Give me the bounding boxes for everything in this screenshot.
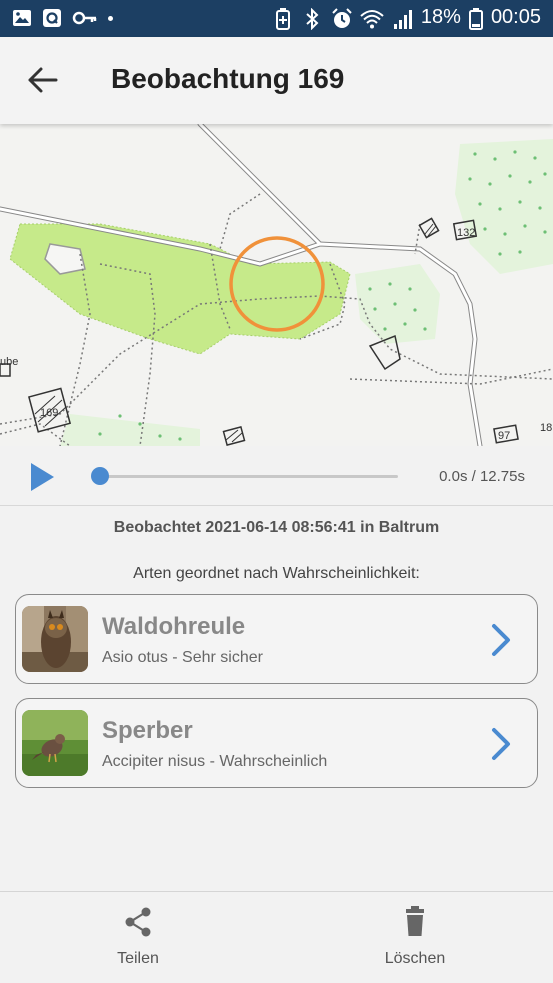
back-arrow-icon xyxy=(28,67,58,93)
trash-icon xyxy=(400,906,430,938)
delete-button[interactable]: Löschen xyxy=(335,892,495,983)
map-view[interactable]: 132 169 97 18 ube xyxy=(0,124,553,446)
observation-details: Beobachtet 2021-06-14 08:56:41 in Baltru… xyxy=(0,507,553,892)
gallery-icon xyxy=(12,8,32,28)
waldohreule-photo xyxy=(22,606,88,672)
observed-datetime-location: Beobachtet 2021-06-14 08:56:41 in Baltru… xyxy=(113,519,440,536)
battery-saver-icon xyxy=(275,7,295,30)
notification-dot-icon xyxy=(108,15,113,21)
playback-progress-track[interactable] xyxy=(100,475,398,478)
page-title: Beobachtung 169 xyxy=(111,63,345,94)
battery-icon xyxy=(468,7,483,30)
share-button[interactable]: Teilen xyxy=(58,892,218,983)
share-label: Teilen xyxy=(117,950,159,967)
playback-progress-thumb[interactable] xyxy=(91,467,109,485)
q-app-icon xyxy=(42,8,62,28)
battery-percent: 18% xyxy=(420,6,461,28)
chevron-right-icon xyxy=(489,726,513,762)
alarm-icon xyxy=(331,7,352,28)
map-label-18: 18 xyxy=(540,422,552,434)
species-name: Sperber xyxy=(102,717,193,744)
map-label-97: 97 xyxy=(498,430,510,442)
status-time: 00:05 xyxy=(490,6,541,28)
map-label-ube: ube xyxy=(0,356,18,368)
sperber-photo xyxy=(22,710,88,776)
species-card-waldohreule[interactable]: Waldohreule Asio otus - Sehr sicher xyxy=(15,594,538,684)
play-button[interactable] xyxy=(29,462,55,492)
back-button[interactable] xyxy=(26,65,60,95)
species-card-sperber[interactable]: Sperber Accipiter nisus - Wahrscheinlich xyxy=(15,698,538,788)
species-scientific-confidence: Accipiter nisus - Wahrscheinlich xyxy=(102,753,328,770)
key-icon xyxy=(72,8,98,28)
bottom-action-bar: Teilen Löschen xyxy=(0,891,553,983)
species-scientific-confidence: Asio otus - Sehr sicher xyxy=(102,649,263,666)
status-bar: 18% 00:05 xyxy=(0,0,553,37)
play-icon xyxy=(31,463,54,491)
map-canvas[interactable]: 132 169 97 18 ube xyxy=(0,124,553,446)
audio-player: 0.0s / 12.75s xyxy=(0,446,553,506)
app-bar: Beobachtung 169 xyxy=(0,37,553,124)
species-list-heading: Arten geordnet nach Wahrscheinlichkeit: xyxy=(133,565,420,582)
signal-icon xyxy=(393,8,413,29)
wifi-icon xyxy=(359,8,385,28)
playback-time: 0.0s / 12.75s xyxy=(439,468,525,485)
delete-label: Löschen xyxy=(384,950,446,967)
share-icon xyxy=(123,906,153,938)
species-name: Waldohreule xyxy=(102,613,246,640)
chevron-right-icon xyxy=(489,622,513,658)
map-label-169: 169 xyxy=(40,407,58,419)
map-label-132: 132 xyxy=(457,227,475,239)
bluetooth-icon xyxy=(303,7,323,30)
